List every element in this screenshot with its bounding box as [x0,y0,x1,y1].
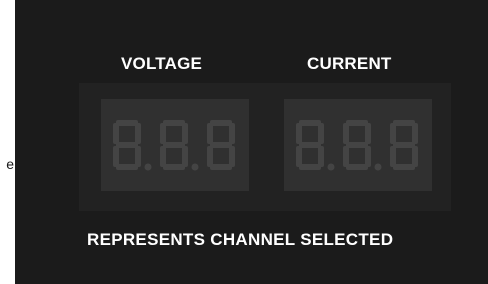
current-digit-3-segment-e [390,146,396,167]
current-decimal-point-2 [374,163,382,171]
voltage-digit-2-segment-c [182,146,188,167]
current-digit-2-segment-f [343,123,349,144]
current-digit-2-segment-b [365,123,371,144]
current-digit-2-segment-d [346,164,368,170]
current-digit-1-segment-d [299,164,321,170]
voltage-digit-1-segment-e [113,146,119,167]
voltage-digit-3-segment-a [210,120,232,126]
current-digit-3-segment-f [390,123,396,144]
current-digit-1-segment-a [299,120,321,126]
current-digit-2-segment-g [346,142,368,148]
voltage-digit-1-segment-c [135,146,141,167]
voltage-digit-3-segment-g [210,142,232,148]
voltage-digit-1-segment-b [135,123,141,144]
voltage-digit-3-segment-c [229,146,235,167]
current-digit-2-segment-e [343,146,349,167]
current-digit-1-segment-b [318,123,324,144]
current-digit-2-segment-a [346,120,368,126]
current-decimal-point-1 [327,163,335,171]
voltage-digit-1-segment-a [116,120,138,126]
current-digit-3-segment-d [393,164,415,170]
current-label: CURRENT [307,54,392,73]
current-digit-1-segment-g [299,142,321,148]
current-digit-1-segment-c [318,146,324,167]
voltage-digit-2-segment-e [160,146,166,167]
current-seven-segment-display [296,120,418,171]
current-digit-1-segment-e [296,146,302,167]
voltage-digit-2-segment-d [163,164,185,170]
voltage-label: VOLTAGE [121,54,203,73]
current-readout [284,99,432,191]
voltage-digit-2-segment-f [160,123,166,144]
voltage-decimal-point-1 [144,163,152,171]
voltage-decimal-point-2 [191,163,199,171]
voltage-digit-2-segment-g [163,142,185,148]
voltage-digit-1-segment-g [116,142,138,148]
voltage-digit-1-segment-d [116,164,138,170]
voltage-digit-2-segment-b [182,123,188,144]
voltage-seven-segment-display [113,120,235,171]
voltage-digit-3-segment-d [210,164,232,170]
clipped-edge-text: e [6,156,14,172]
display-bezel [79,83,451,211]
current-digit-1-segment-f [296,123,302,144]
voltage-digit-1-segment-f [113,123,119,144]
current-digit-3-segment-b [412,123,418,144]
current-digit-3-segment-g [393,142,415,148]
voltage-digit-3-segment-f [207,123,213,144]
voltage-digit-2-segment-a [163,120,185,126]
channel-display-panel: VOLTAGE CURRENT REPRESENTS CHANNEL SELEC… [15,0,488,284]
current-digit-2-segment-c [365,146,371,167]
current-digit-3-segment-a [393,120,415,126]
voltage-readout [101,99,249,191]
current-digit-3-segment-c [412,146,418,167]
voltage-digit-3-segment-b [229,123,235,144]
voltage-digit-3-segment-e [207,146,213,167]
channel-selected-caption: REPRESENTS CHANNEL SELECTED [87,230,394,249]
